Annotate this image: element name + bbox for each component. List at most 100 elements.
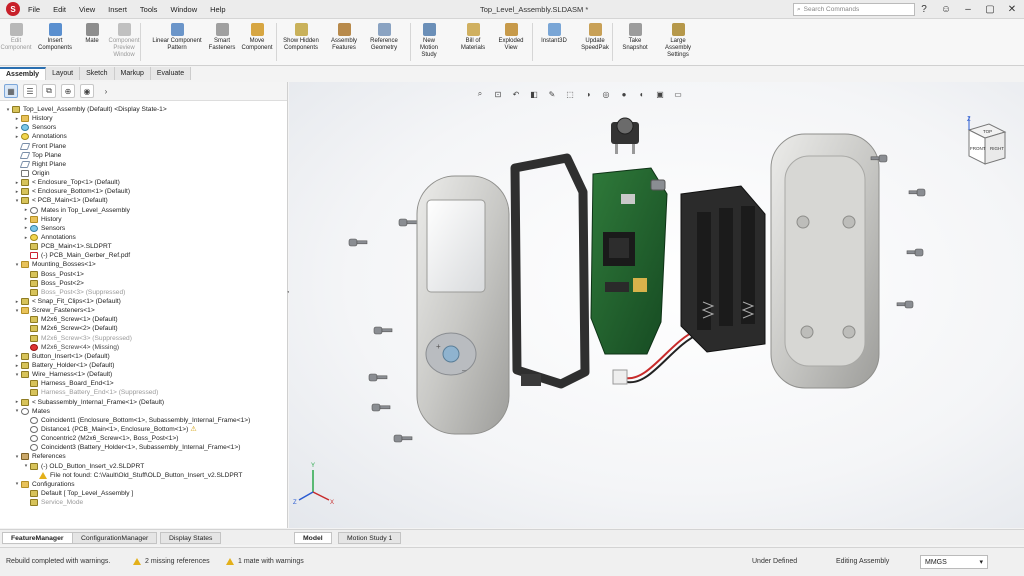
internal-frame-part[interactable] <box>510 153 590 389</box>
collapse-toggle-icon[interactable]: ▾ <box>13 372 21 378</box>
screw-fasteners-left[interactable] <box>348 218 418 443</box>
graphics-viewport[interactable]: ⌕ ⊡ ↶ ◧ ✎ ⬚ ◑ ◎ ● ◐ ▣ ▭ + – Y X Z TOP FR… <box>289 82 1024 528</box>
tree-node[interactable]: ▾ Screw_Fasteners<1> <box>0 306 287 315</box>
tab-configurationmanager[interactable]: ConfigurationManager <box>72 532 158 544</box>
configuration-manager-icon[interactable]: ⧉ <box>42 84 56 98</box>
tree-node[interactable]: ▾ Wire_Harness<1> (Default) <box>0 370 287 379</box>
help-icon[interactable]: ? <box>918 3 930 15</box>
tree-node[interactable]: ▸ Button_Insert<1> (Default) <box>0 352 287 361</box>
tree-node[interactable]: M2x6_Screw<2> (Default) <box>0 324 287 333</box>
tree-node[interactable]: ▸ Sensors <box>0 123 287 132</box>
tree-node[interactable]: ▾ Top_Level_Assembly (Default) <Display S… <box>0 105 287 114</box>
expand-toggle-icon[interactable]: ▸ <box>22 225 30 231</box>
ribbon-button-show-hidden[interactable]: Show Hidden Components <box>280 23 322 52</box>
enclosure-top-part[interactable]: + – <box>416 175 510 435</box>
tree-node[interactable]: Concentric2 (M2x6_Screw<1>, Boss_Post<1>… <box>0 434 287 443</box>
display-manager-icon[interactable]: ◉ <box>80 84 94 98</box>
expand-toggle-icon[interactable]: ▸ <box>13 116 21 122</box>
collapse-toggle-icon[interactable]: ▾ <box>22 463 30 469</box>
ribbon-button-instant3d[interactable]: Instant3D <box>537 23 571 45</box>
property-manager-icon[interactable]: ☰ <box>23 84 37 98</box>
app-logo-icon[interactable]: S <box>6 2 20 16</box>
tree-node[interactable]: Top Plane <box>0 151 287 160</box>
menu-item-insert[interactable]: Insert <box>108 5 127 14</box>
tree-node[interactable]: M2x6_Screw<3> (Suppressed) <box>0 334 287 343</box>
dimxpert-icon[interactable]: ⊕ <box>61 84 75 98</box>
tree-node[interactable]: Origin <box>0 169 287 178</box>
expand-toggle-icon[interactable]: ▸ <box>13 299 21 305</box>
enclosure-bottom-part[interactable] <box>770 133 880 389</box>
exploded-assembly-model[interactable]: + – Y X Z <box>289 82 1024 528</box>
tab-model[interactable]: Model <box>294 532 332 544</box>
feature-manager-icon[interactable]: ▦ <box>4 84 18 98</box>
expand-toggle-icon[interactable]: ▸ <box>22 216 30 222</box>
tree-node[interactable]: ▾ < PCB_Main<1> (Default) <box>0 196 287 205</box>
tree-node[interactable]: ▸ Annotations <box>0 132 287 141</box>
tree-node[interactable]: Harness_Board_End<1> <box>0 379 287 388</box>
mate-warnings-status[interactable]: 1 mate with warnings <box>226 558 304 565</box>
expand-toggle-icon[interactable]: ▸ <box>13 134 21 140</box>
restore-icon[interactable]: ▢ <box>984 3 996 15</box>
tree-node[interactable]: ▸ Sensors <box>0 224 287 233</box>
collapse-toggle-icon[interactable]: ▾ <box>13 408 21 414</box>
menu-item-tools[interactable]: Tools <box>140 5 158 14</box>
tree-node[interactable]: ▸ History <box>0 114 287 123</box>
ribbon-button-motion-study[interactable]: New Motion Study <box>414 23 444 59</box>
ribbon-button-move-component[interactable]: Move Component <box>240 23 274 52</box>
tree-node[interactable]: ▸ History <box>0 215 287 224</box>
ribbon-button-speedpak[interactable]: Update SpeedPak <box>579 23 611 52</box>
tree-node[interactable]: ▾ (-) OLD_Button_Insert_v2.SLDPRT <box>0 461 287 470</box>
battery-holder-part[interactable] <box>680 185 766 353</box>
tree-node[interactable]: Distance1 (PCB_Main<1>, Enclosure_Bottom… <box>0 425 287 434</box>
tree-node[interactable]: PCB_Main<1>.SLDPRT <box>0 242 287 251</box>
tree-node[interactable]: Boss_Post<1> <box>0 270 287 279</box>
tree-node[interactable]: ▸ < Enclosure_Top<1> (Default) <box>0 178 287 187</box>
menu-item-window[interactable]: Window <box>170 5 197 14</box>
tree-node[interactable]: Harness_Battery_End<1> (Suppressed) <box>0 388 287 397</box>
ribbon-button-exploded-view[interactable]: Exploded View <box>495 23 527 52</box>
tree-node[interactable]: ▸ < Subassembly_Internal_Frame<1> (Defaul… <box>0 398 287 407</box>
connector-screw[interactable] <box>650 179 666 191</box>
expand-toggle-icon[interactable]: ▸ <box>13 180 21 186</box>
tree-node[interactable]: ▸ < Enclosure_Bottom<1> (Default) <box>0 187 287 196</box>
menu-item-file[interactable]: File <box>28 5 40 14</box>
ribbon-button-reference-geometry[interactable]: Reference Geometry <box>367 23 401 52</box>
expand-toggle-icon[interactable]: ▸ <box>13 363 21 369</box>
expand-toggle-icon[interactable]: ▸ <box>13 399 21 405</box>
ribbon-button-snapshot[interactable]: Take Snapshot <box>620 23 650 52</box>
tree-node[interactable]: M2x6_Screw<1> (Default) <box>0 315 287 324</box>
units-dropdown[interactable]: MMGS ▾ <box>920 555 988 569</box>
tree-node[interactable]: M2x6_Screw<4> (Missing) <box>0 343 287 352</box>
collapse-toggle-icon[interactable]: ▾ <box>13 308 21 314</box>
tree-node[interactable]: Boss_Post<3> (Suppressed) <box>0 288 287 297</box>
ribbon-button-assembly-features[interactable]: Assembly Features <box>327 23 361 52</box>
tree-node[interactable]: ▸ Battery_Holder<1> (Default) <box>0 361 287 370</box>
collapse-toggle-icon[interactable]: ▾ <box>13 198 21 204</box>
tree-node[interactable]: ▾ Configurations <box>0 480 287 489</box>
ribbon-button-edit-component[interactable]: Edit Component <box>1 23 32 52</box>
tree-node[interactable]: ▸ Mates in Top_Level_Assembly <box>0 206 287 215</box>
expand-chevron-icon[interactable]: › <box>99 84 113 98</box>
collapse-toggle-icon[interactable]: ▾ <box>13 454 21 460</box>
push-button-part[interactable] <box>611 117 639 154</box>
ribbon-button-mate[interactable]: Mate <box>82 23 102 45</box>
tab-sketch[interactable]: Sketch <box>80 67 115 80</box>
ribbon-button-smart-fasteners[interactable]: Smart Fasteners <box>208 23 236 52</box>
tab-assembly[interactable]: Assembly <box>0 67 47 80</box>
tree-node[interactable]: ▸ Annotations <box>0 233 287 242</box>
collapse-toggle-icon[interactable]: ▾ <box>4 107 12 113</box>
tree-node[interactable]: Front Plane <box>0 142 287 151</box>
tab-evaluate[interactable]: Evaluate <box>150 67 192 80</box>
expand-toggle-icon[interactable]: ▸ <box>13 189 21 195</box>
tree-node[interactable]: ▾ Mates <box>0 407 287 416</box>
tree-node[interactable]: Service_Mode <box>0 498 287 507</box>
tree-node[interactable]: Boss_Post<2> <box>0 279 287 288</box>
tree-node[interactable]: Right Plane <box>0 160 287 169</box>
tree-node[interactable]: ▸ < Snap_Fit_Clips<1> (Default) <box>0 297 287 306</box>
minimize-icon[interactable]: – <box>962 3 974 15</box>
pcb-main-part[interactable] <box>590 167 668 355</box>
view-cube[interactable]: TOP FRONT RIGHT Z <box>949 114 1009 174</box>
menu-item-view[interactable]: View <box>79 5 95 14</box>
expand-toggle-icon[interactable]: ▸ <box>13 353 21 359</box>
expand-toggle-icon[interactable]: ▸ <box>13 125 21 131</box>
